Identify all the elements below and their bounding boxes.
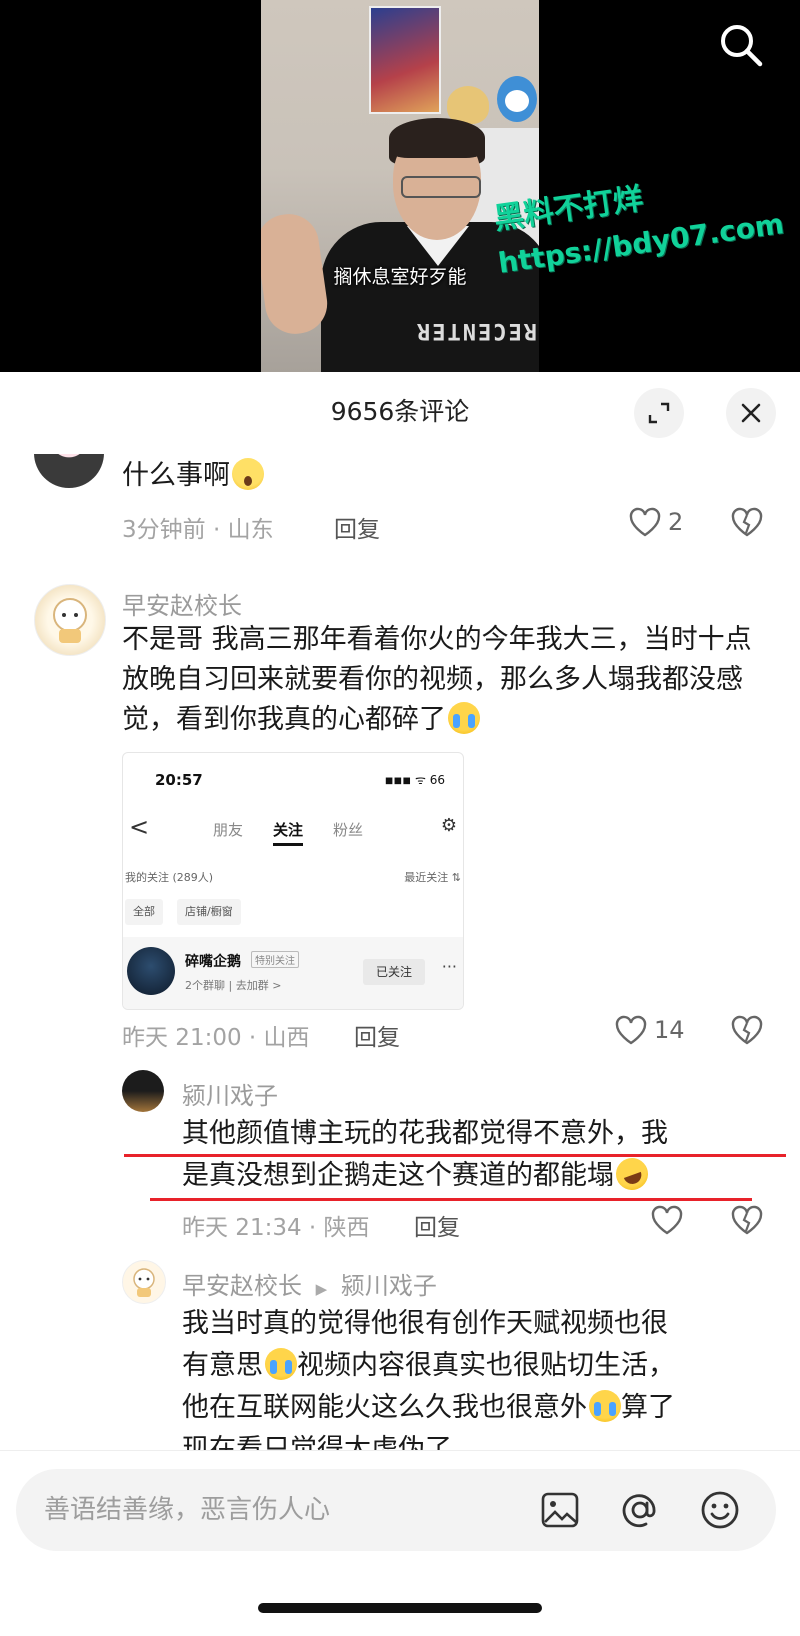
comment-time-location: 3分钟前 · 山东: [122, 517, 274, 543]
like-count: 14: [654, 1016, 685, 1044]
user-tag: 特别关注: [251, 951, 299, 968]
home-indicator[interactable]: [258, 1603, 542, 1613]
reply-header: 早安赵校长 ▶ 颍川戏子: [182, 1266, 437, 1301]
back-icon: <: [129, 813, 150, 841]
avatar: [127, 947, 175, 995]
reply-text-line: 我当时真的觉得他很有创作天赋视频也很: [182, 1308, 668, 1339]
video-subtitle: 搁休息室好歹能: [333, 266, 467, 288]
like-button[interactable]: [650, 1204, 684, 1236]
reply-time-location: 昨天 21:34 · 陕西: [182, 1215, 370, 1241]
following-count: 我的关注 (289人): [125, 871, 214, 884]
reply-text-line: 有意思 视频内容很真实也很贴切生活，: [182, 1348, 675, 1381]
broken-heart-icon[interactable]: [730, 1204, 764, 1240]
glasses: [401, 176, 481, 198]
chip-all: 全部: [125, 899, 163, 925]
more-icon: ···: [441, 957, 457, 976]
search-icon[interactable]: [718, 22, 764, 68]
tab-friends: 朋友: [213, 821, 244, 839]
shocked-emoji-icon: [232, 458, 264, 490]
like-button[interactable]: 14: [614, 1014, 685, 1046]
crying-emoji-icon: [589, 1390, 621, 1422]
crying-emoji-icon: [265, 1348, 297, 1380]
emoji-icon[interactable]: [698, 1488, 742, 1532]
wall-poster: [369, 6, 441, 114]
reply-to-username[interactable]: 颍川戏子: [341, 1272, 437, 1300]
user-groups: 2个群聊 | 去加群 >: [185, 979, 282, 992]
broken-heart-icon[interactable]: [730, 506, 764, 542]
video-player[interactable]: RECENTER 搁休息室好歹能 黑料不打烊 https://bdy07.com: [0, 0, 800, 372]
reply-button[interactable]: 回复: [414, 1208, 460, 1242]
sort-label: 最近关注 ⇅: [404, 871, 461, 884]
comment-time-location: 昨天 21:00 · 山西: [122, 1025, 310, 1051]
tab-fans: 粉丝: [333, 821, 364, 839]
comment-input-container: [16, 1469, 776, 1551]
comment-image[interactable]: 20:57 ◾◾◾ ᯤ 66 < 朋友 关注 粉丝 ⚙ 我的关注 (289人) …: [122, 752, 464, 1010]
gear-icon: ⚙: [440, 815, 457, 836]
user-name: 碎嘴企鹅: [185, 954, 241, 970]
reply-button[interactable]: 回复: [334, 510, 380, 544]
comment-text: 不是哥 我高三那年看着你火的今年我大三，当时十点放晚自习回来就要看你的视频，那么…: [122, 624, 752, 735]
username[interactable]: 早安赵校长: [182, 1272, 302, 1300]
reply-text-line: 其他颜值博主玩的花我都觉得不意外，我: [182, 1118, 668, 1149]
tab-following: 关注: [273, 821, 304, 839]
broken-heart-icon[interactable]: [730, 1014, 764, 1050]
close-icon[interactable]: [726, 388, 776, 438]
reply-arrow-icon: ▶: [315, 1280, 328, 1298]
at-icon[interactable]: [618, 1488, 662, 1532]
avatar[interactable]: [122, 1260, 166, 1304]
heart-icon: [651, 1205, 683, 1235]
status-time: 20:57: [155, 771, 203, 789]
reply-button[interactable]: 回复: [354, 1018, 400, 1052]
video-frame: RECENTER 搁休息室好歹能: [261, 0, 539, 372]
crying-emoji-icon: [448, 702, 480, 734]
chip-shop: 店铺/橱窗: [177, 899, 241, 925]
toy-figure: [497, 76, 537, 122]
like-button[interactable]: 2: [628, 506, 683, 538]
expand-icon[interactable]: [634, 388, 684, 438]
tab-underline: [273, 843, 303, 846]
comment-input[interactable]: [42, 1487, 486, 1533]
comment-text: 什么事啊: [122, 456, 264, 496]
reply-text-line: 他在互联网能火这么久我也很意外 算了: [182, 1390, 675, 1423]
like-count: 2: [668, 508, 684, 536]
username[interactable]: 颍川戏子: [182, 1076, 278, 1111]
red-underline: [150, 1198, 752, 1201]
person-hair: [389, 118, 485, 158]
followed-button: 已关注: [363, 959, 425, 985]
reply-text-line: 是真没想到企鹅走这个赛道的都能塌: [182, 1153, 653, 1196]
heart-icon: [629, 507, 661, 537]
laughing-emoji-icon: [611, 1153, 653, 1195]
comment-input-bar: [0, 1450, 800, 1636]
status-icons: ◾◾◾ ᯤ 66: [384, 773, 445, 787]
avatar[interactable]: [122, 1070, 164, 1112]
shirt-text: RECENTER: [415, 318, 537, 343]
avatar[interactable]: [34, 584, 106, 656]
username[interactable]: 早安赵校长: [122, 586, 242, 621]
followed-user-row: 碎嘴企鹅 特别关注 2个群聊 | 去加群 > 已关注 ···: [123, 937, 463, 1009]
heart-icon: [615, 1015, 647, 1045]
image-icon[interactable]: [538, 1488, 582, 1532]
